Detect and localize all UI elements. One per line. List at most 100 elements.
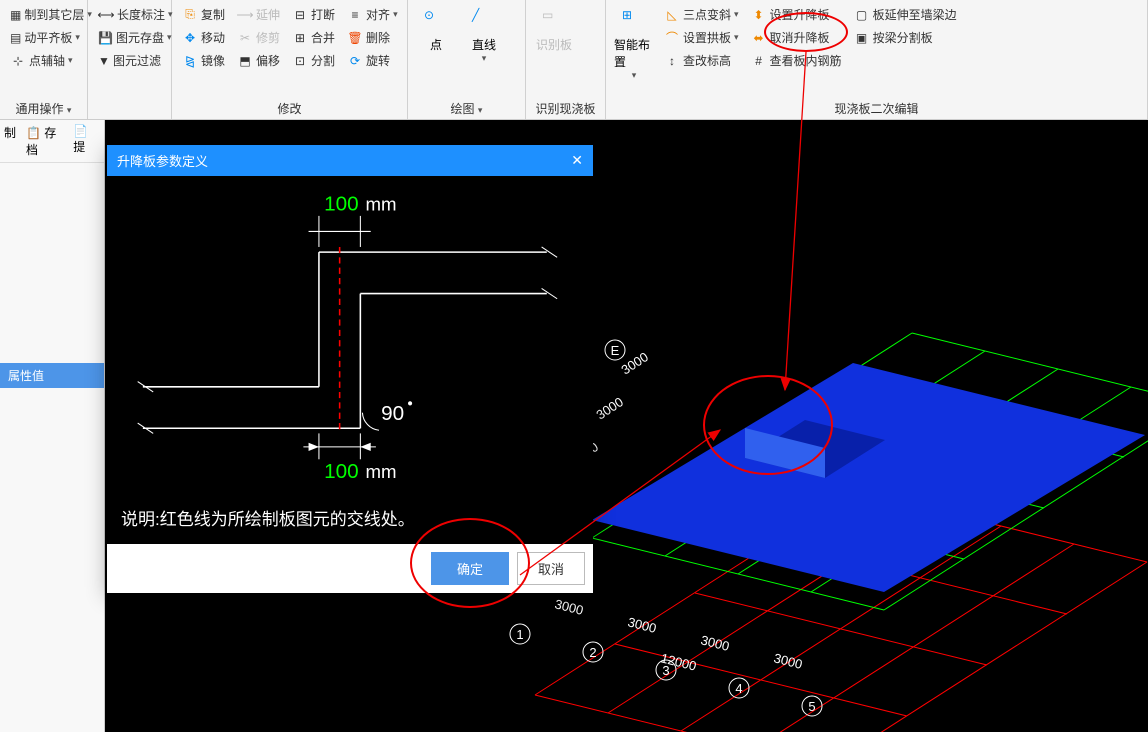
close-icon[interactable]: ✕ xyxy=(571,152,583,169)
align-icon: ≡ xyxy=(347,7,363,23)
rotate-button[interactable]: ⟳旋转 xyxy=(343,50,402,71)
svg-text:E: E xyxy=(611,343,620,358)
offset-icon: ⬒ xyxy=(237,53,253,69)
chevron-down-icon: ▾ xyxy=(68,55,73,66)
move-button[interactable]: ✥移动 xyxy=(178,27,229,48)
move-icon: ✥ xyxy=(182,30,198,46)
property-value-header: 属性值 xyxy=(0,363,104,388)
cancel-lift-icon: ⬌ xyxy=(751,30,767,46)
line-icon: ╱ xyxy=(472,8,496,32)
svg-text:mm: mm xyxy=(366,461,397,480)
mirror-button[interactable]: ⧎镜像 xyxy=(178,50,229,71)
rebar-icon: # xyxy=(751,53,767,69)
extend-button[interactable]: ⟶延伸 xyxy=(233,4,284,25)
dialog-note-text: 说明:红色线为所绘制板图元的交线处。 xyxy=(121,505,579,530)
svg-text:3000: 3000 xyxy=(618,349,650,377)
group-label-recognize: 识别现浇板 xyxy=(526,100,605,117)
length-dim-button[interactable]: ⟷长度标注▾ xyxy=(94,4,165,25)
svg-text:2: 2 xyxy=(589,645,596,660)
svg-text:100: 100 xyxy=(324,460,359,480)
ok-button[interactable]: 确定 xyxy=(431,552,509,585)
svg-text:5: 5 xyxy=(808,699,815,714)
recognize-slab-button[interactable]: ▭识别板 xyxy=(532,4,576,92)
save-icon: 💾 xyxy=(98,30,113,46)
split-button[interactable]: ⊡分割 xyxy=(288,50,339,71)
level-slab-button[interactable]: ▤动平齐板▾ xyxy=(6,27,81,48)
tab-control[interactable]: 制 xyxy=(4,124,16,158)
elev-icon: ↕ xyxy=(664,53,680,69)
ribbon-toolbar: ▦制到其它层▾ ▤动平齐板▾ ⊹点辅轴▾ 通用操作 ▾ ⟷长度标注▾ 💾图元存盘… xyxy=(0,0,1148,120)
filter-elem-button[interactable]: ▼图元过滤 xyxy=(94,50,165,71)
lift-icon: ⬍ xyxy=(751,7,767,23)
dialog-title-text: 升降板参数定义 xyxy=(117,151,208,170)
svg-text:4: 4 xyxy=(735,681,742,696)
group-label-secondary: 现浇板二次编辑 xyxy=(606,100,1147,117)
grid-icon: ⊞ xyxy=(622,8,646,32)
set-arch-button[interactable]: ⌒设置拱板▾ xyxy=(660,27,743,48)
smart-layout-button[interactable]: ⊞智能布置▾ xyxy=(612,4,656,92)
chevron-down-icon: ▾ xyxy=(734,9,739,20)
split-beam-icon: ▣ xyxy=(854,30,870,46)
filter-icon: ▼ xyxy=(98,53,110,69)
level-icon: ▤ xyxy=(10,30,21,46)
tab-extract[interactable]: 📄 提 xyxy=(73,124,100,158)
svg-text:100: 100 xyxy=(324,193,359,216)
aux-axis-button[interactable]: ⊹点辅轴▾ xyxy=(6,50,81,71)
break-icon: ⊟ xyxy=(292,7,308,23)
lift-slab-param-dialog: 升降板参数定义 ✕ 100 mm xyxy=(107,145,593,593)
svg-text:90: 90 xyxy=(381,402,404,425)
group-label-draw: 绘图 ▾ xyxy=(408,100,525,117)
save-elem-button[interactable]: 💾图元存盘▾ xyxy=(94,27,165,48)
chevron-down-icon: ▾ xyxy=(632,70,637,81)
slab-3d xyxy=(592,363,1145,592)
merge-button[interactable]: ⊞合并 xyxy=(288,27,339,48)
extend-wall-icon: ▢ xyxy=(854,7,870,23)
dialog-footer: 确定 取消 xyxy=(107,544,593,593)
cancel-button[interactable]: 取消 xyxy=(517,552,585,585)
point-button[interactable]: ⊙点 xyxy=(414,4,458,92)
svg-text:3000: 3000 xyxy=(593,394,625,422)
align-button[interactable]: ≡对齐▾ xyxy=(343,4,402,25)
axis-icon: ⊹ xyxy=(10,53,26,69)
sidebar-tabs: 制 📋 存档 📄 提 xyxy=(0,120,104,163)
copy-to-layer-button[interactable]: ▦制到其它层▾ xyxy=(6,4,81,25)
svg-text:3000: 3000 xyxy=(772,650,804,672)
mirror-icon: ⧎ xyxy=(182,53,198,69)
group-label: 通用操作 ▾ xyxy=(0,100,87,117)
sidebar-panel: 制 📋 存档 📄 提 属性值 xyxy=(0,120,105,732)
extend-wall-button[interactable]: ▢板延伸至墙梁边 xyxy=(850,4,961,25)
tab-archive[interactable]: 📋 存档 xyxy=(26,124,63,158)
triangle-icon: ◺ xyxy=(664,7,680,23)
copy-icon: ⎘ xyxy=(182,7,198,23)
dialog-titlebar[interactable]: 升降板参数定义 ✕ xyxy=(107,145,593,176)
recognize-icon: ▭ xyxy=(542,8,566,32)
svg-text:3000: 3000 xyxy=(699,632,731,654)
delete-button[interactable]: 🗑删除 xyxy=(343,27,402,48)
cancel-lift-slab-button[interactable]: ⬌取消升降板 xyxy=(747,27,846,48)
view-rebar-button[interactable]: #查看板内钢筋 xyxy=(747,50,846,71)
chevron-down-icon: ▾ xyxy=(734,32,739,43)
chevron-down-icon: ▾ xyxy=(482,53,487,64)
chevron-down-icon: ▾ xyxy=(167,32,172,43)
offset-button[interactable]: ⬒偏移 xyxy=(233,50,284,71)
svg-text:3000: 3000 xyxy=(553,596,585,618)
trim-button[interactable]: ✂修剪 xyxy=(233,27,284,48)
dialog-body: 100 mm 90 xyxy=(107,176,593,544)
chevron-down-icon: ▾ xyxy=(75,32,80,43)
trim-icon: ✂ xyxy=(237,30,253,46)
ruler-icon: ⟷ xyxy=(98,7,114,23)
check-elev-button[interactable]: ↕查改标高 xyxy=(660,50,743,71)
merge-icon: ⊞ xyxy=(292,30,308,46)
set-lift-slab-button[interactable]: ⬍设置升降板 xyxy=(747,4,846,25)
copy-button[interactable]: ⎘复制 xyxy=(178,4,229,25)
break-button[interactable]: ⊟打断 xyxy=(288,4,339,25)
line-button[interactable]: ╱直线▾ xyxy=(462,4,506,92)
split-beam-button[interactable]: ▣按梁分割板 xyxy=(850,27,961,48)
three-point-button[interactable]: ◺三点变斜▾ xyxy=(660,4,743,25)
svg-text:3000: 3000 xyxy=(626,614,658,636)
svg-text:mm: mm xyxy=(366,194,397,215)
split-icon: ⊡ xyxy=(292,53,308,69)
extend-icon: ⟶ xyxy=(237,7,253,23)
arch-icon: ⌒ xyxy=(664,30,680,46)
svg-text:1: 1 xyxy=(516,627,523,642)
